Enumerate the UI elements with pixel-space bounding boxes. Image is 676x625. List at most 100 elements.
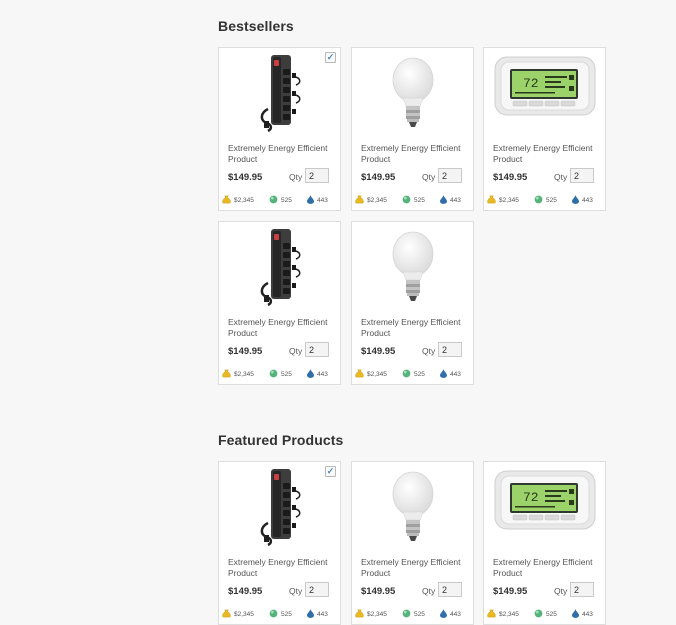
product-price: $149.95 xyxy=(361,346,396,357)
energy-savings-value: 525 xyxy=(281,371,292,378)
qty-input[interactable] xyxy=(305,168,329,183)
product-card[interactable]: ✓ Extremely Energy Efficient Product $149.… xyxy=(218,461,341,625)
product-image-power-strip[interactable] xyxy=(219,227,340,313)
product-name[interactable]: Extremely Energy Efficient Product xyxy=(493,143,601,164)
product-name[interactable]: Extremely Energy Efficient Product xyxy=(361,143,469,164)
water-savings-value: 443 xyxy=(582,611,593,618)
section-title-featured-products: Featured Products xyxy=(218,432,344,448)
energy-savings-value: 525 xyxy=(414,371,425,378)
product-name[interactable]: Extremely Energy Efficient Product xyxy=(228,317,336,338)
water-savings: 443 xyxy=(440,609,461,620)
cost-savings-value: $2,345 xyxy=(367,197,387,204)
water-savings-value: 443 xyxy=(317,611,328,618)
cost-savings: $2,345 xyxy=(355,195,387,206)
energy-orb-icon xyxy=(269,369,281,380)
product-price: $149.95 xyxy=(228,586,263,597)
money-bag-icon xyxy=(222,369,234,380)
cost-savings: $2,345 xyxy=(355,609,387,620)
money-bag-icon xyxy=(222,195,234,206)
product-image-light-bulb[interactable] xyxy=(352,227,473,313)
energy-savings-value: 525 xyxy=(546,197,557,204)
money-bag-icon xyxy=(487,195,499,206)
product-card[interactable]: Extremely Energy Efficient Product $149.9… xyxy=(351,221,474,385)
energy-savings-value: 525 xyxy=(414,611,425,618)
energy-savings: 525 xyxy=(269,195,292,206)
energy-orb-icon xyxy=(402,195,414,206)
product-card[interactable]: 72 Extremely Energy Efficient Product $149… xyxy=(483,461,606,625)
energy-savings: 525 xyxy=(402,195,425,206)
money-bag-icon xyxy=(355,369,367,380)
cost-savings: $2,345 xyxy=(355,369,387,380)
energy-savings-value: 525 xyxy=(546,611,557,618)
cost-savings-value: $2,345 xyxy=(234,197,254,204)
product-card[interactable]: Extremely Energy Efficient Product $149.9… xyxy=(351,461,474,625)
energy-savings-value: 525 xyxy=(281,611,292,618)
water-savings: 443 xyxy=(572,609,593,620)
qty-label: Qty xyxy=(422,172,436,182)
product-name[interactable]: Extremely Energy Efficient Product xyxy=(361,317,469,338)
qty-input[interactable] xyxy=(305,342,329,357)
water-savings-value: 443 xyxy=(317,197,328,204)
product-price: $149.95 xyxy=(361,586,396,597)
qty-input[interactable] xyxy=(570,582,594,597)
energy-orb-icon xyxy=(402,369,414,380)
cost-savings-value: $2,345 xyxy=(367,371,387,378)
energy-savings: 525 xyxy=(269,369,292,380)
product-image-light-bulb[interactable] xyxy=(352,53,473,139)
product-name[interactable]: Extremely Energy Efficient Product xyxy=(228,143,336,164)
cost-savings-value: $2,345 xyxy=(234,371,254,378)
product-name[interactable]: Extremely Energy Efficient Product xyxy=(228,557,336,578)
product-card[interactable]: Extremely Energy Efficient Product $149.9… xyxy=(218,221,341,385)
product-name[interactable]: Extremely Energy Efficient Product xyxy=(361,557,469,578)
money-bag-icon xyxy=(222,609,234,620)
cost-savings-value: $2,345 xyxy=(234,611,254,618)
energy-orb-icon xyxy=(534,609,546,620)
water-savings-value: 443 xyxy=(450,371,461,378)
product-image-thermostat[interactable]: 72 xyxy=(484,467,605,553)
product-image-power-strip[interactable] xyxy=(219,467,340,553)
product-price: $149.95 xyxy=(228,172,263,183)
water-drop-icon xyxy=(572,609,582,620)
product-price: $149.95 xyxy=(361,172,396,183)
qty-label: Qty xyxy=(554,172,568,182)
product-card[interactable]: 72 Extremely Energy Efficient Product $149… xyxy=(483,47,606,211)
energy-orb-icon xyxy=(402,609,414,620)
water-savings-value: 443 xyxy=(317,371,328,378)
cost-savings: $2,345 xyxy=(487,195,519,206)
water-savings-value: 443 xyxy=(582,197,593,204)
energy-savings: 525 xyxy=(534,609,557,620)
qty-label: Qty xyxy=(422,346,436,356)
energy-savings-value: 525 xyxy=(281,197,292,204)
product-card[interactable]: ✓ Extremely Energy Efficient Product $149.… xyxy=(218,47,341,211)
cost-savings-value: $2,345 xyxy=(499,611,519,618)
product-name[interactable]: Extremely Energy Efficient Product xyxy=(493,557,601,578)
money-bag-icon xyxy=(355,195,367,206)
section-title-bestsellers: Bestsellers xyxy=(218,18,294,34)
energy-savings: 525 xyxy=(534,195,557,206)
product-image-thermostat[interactable]: 72 xyxy=(484,53,605,139)
energy-savings: 525 xyxy=(269,609,292,620)
qty-input[interactable] xyxy=(438,582,462,597)
product-image-power-strip[interactable] xyxy=(219,53,340,139)
qty-input[interactable] xyxy=(438,342,462,357)
product-price: $149.95 xyxy=(493,586,528,597)
cost-savings: $2,345 xyxy=(487,609,519,620)
cost-savings-value: $2,345 xyxy=(499,197,519,204)
product-price: $149.95 xyxy=(228,346,263,357)
qty-label: Qty xyxy=(554,586,568,596)
qty-label: Qty xyxy=(289,586,303,596)
energy-savings: 525 xyxy=(402,369,425,380)
water-savings-value: 443 xyxy=(450,611,461,618)
water-savings: 443 xyxy=(307,195,328,206)
water-savings: 443 xyxy=(572,195,593,206)
water-drop-icon xyxy=(440,369,450,380)
product-card[interactable]: Extremely Energy Efficient Product $149.9… xyxy=(351,47,474,211)
qty-input[interactable] xyxy=(570,168,594,183)
qty-input[interactable] xyxy=(305,582,329,597)
money-bag-icon xyxy=(355,609,367,620)
product-image-light-bulb[interactable] xyxy=(352,467,473,553)
energy-savings: 525 xyxy=(402,609,425,620)
cost-savings-value: $2,345 xyxy=(367,611,387,618)
energy-orb-icon xyxy=(269,195,281,206)
qty-input[interactable] xyxy=(438,168,462,183)
